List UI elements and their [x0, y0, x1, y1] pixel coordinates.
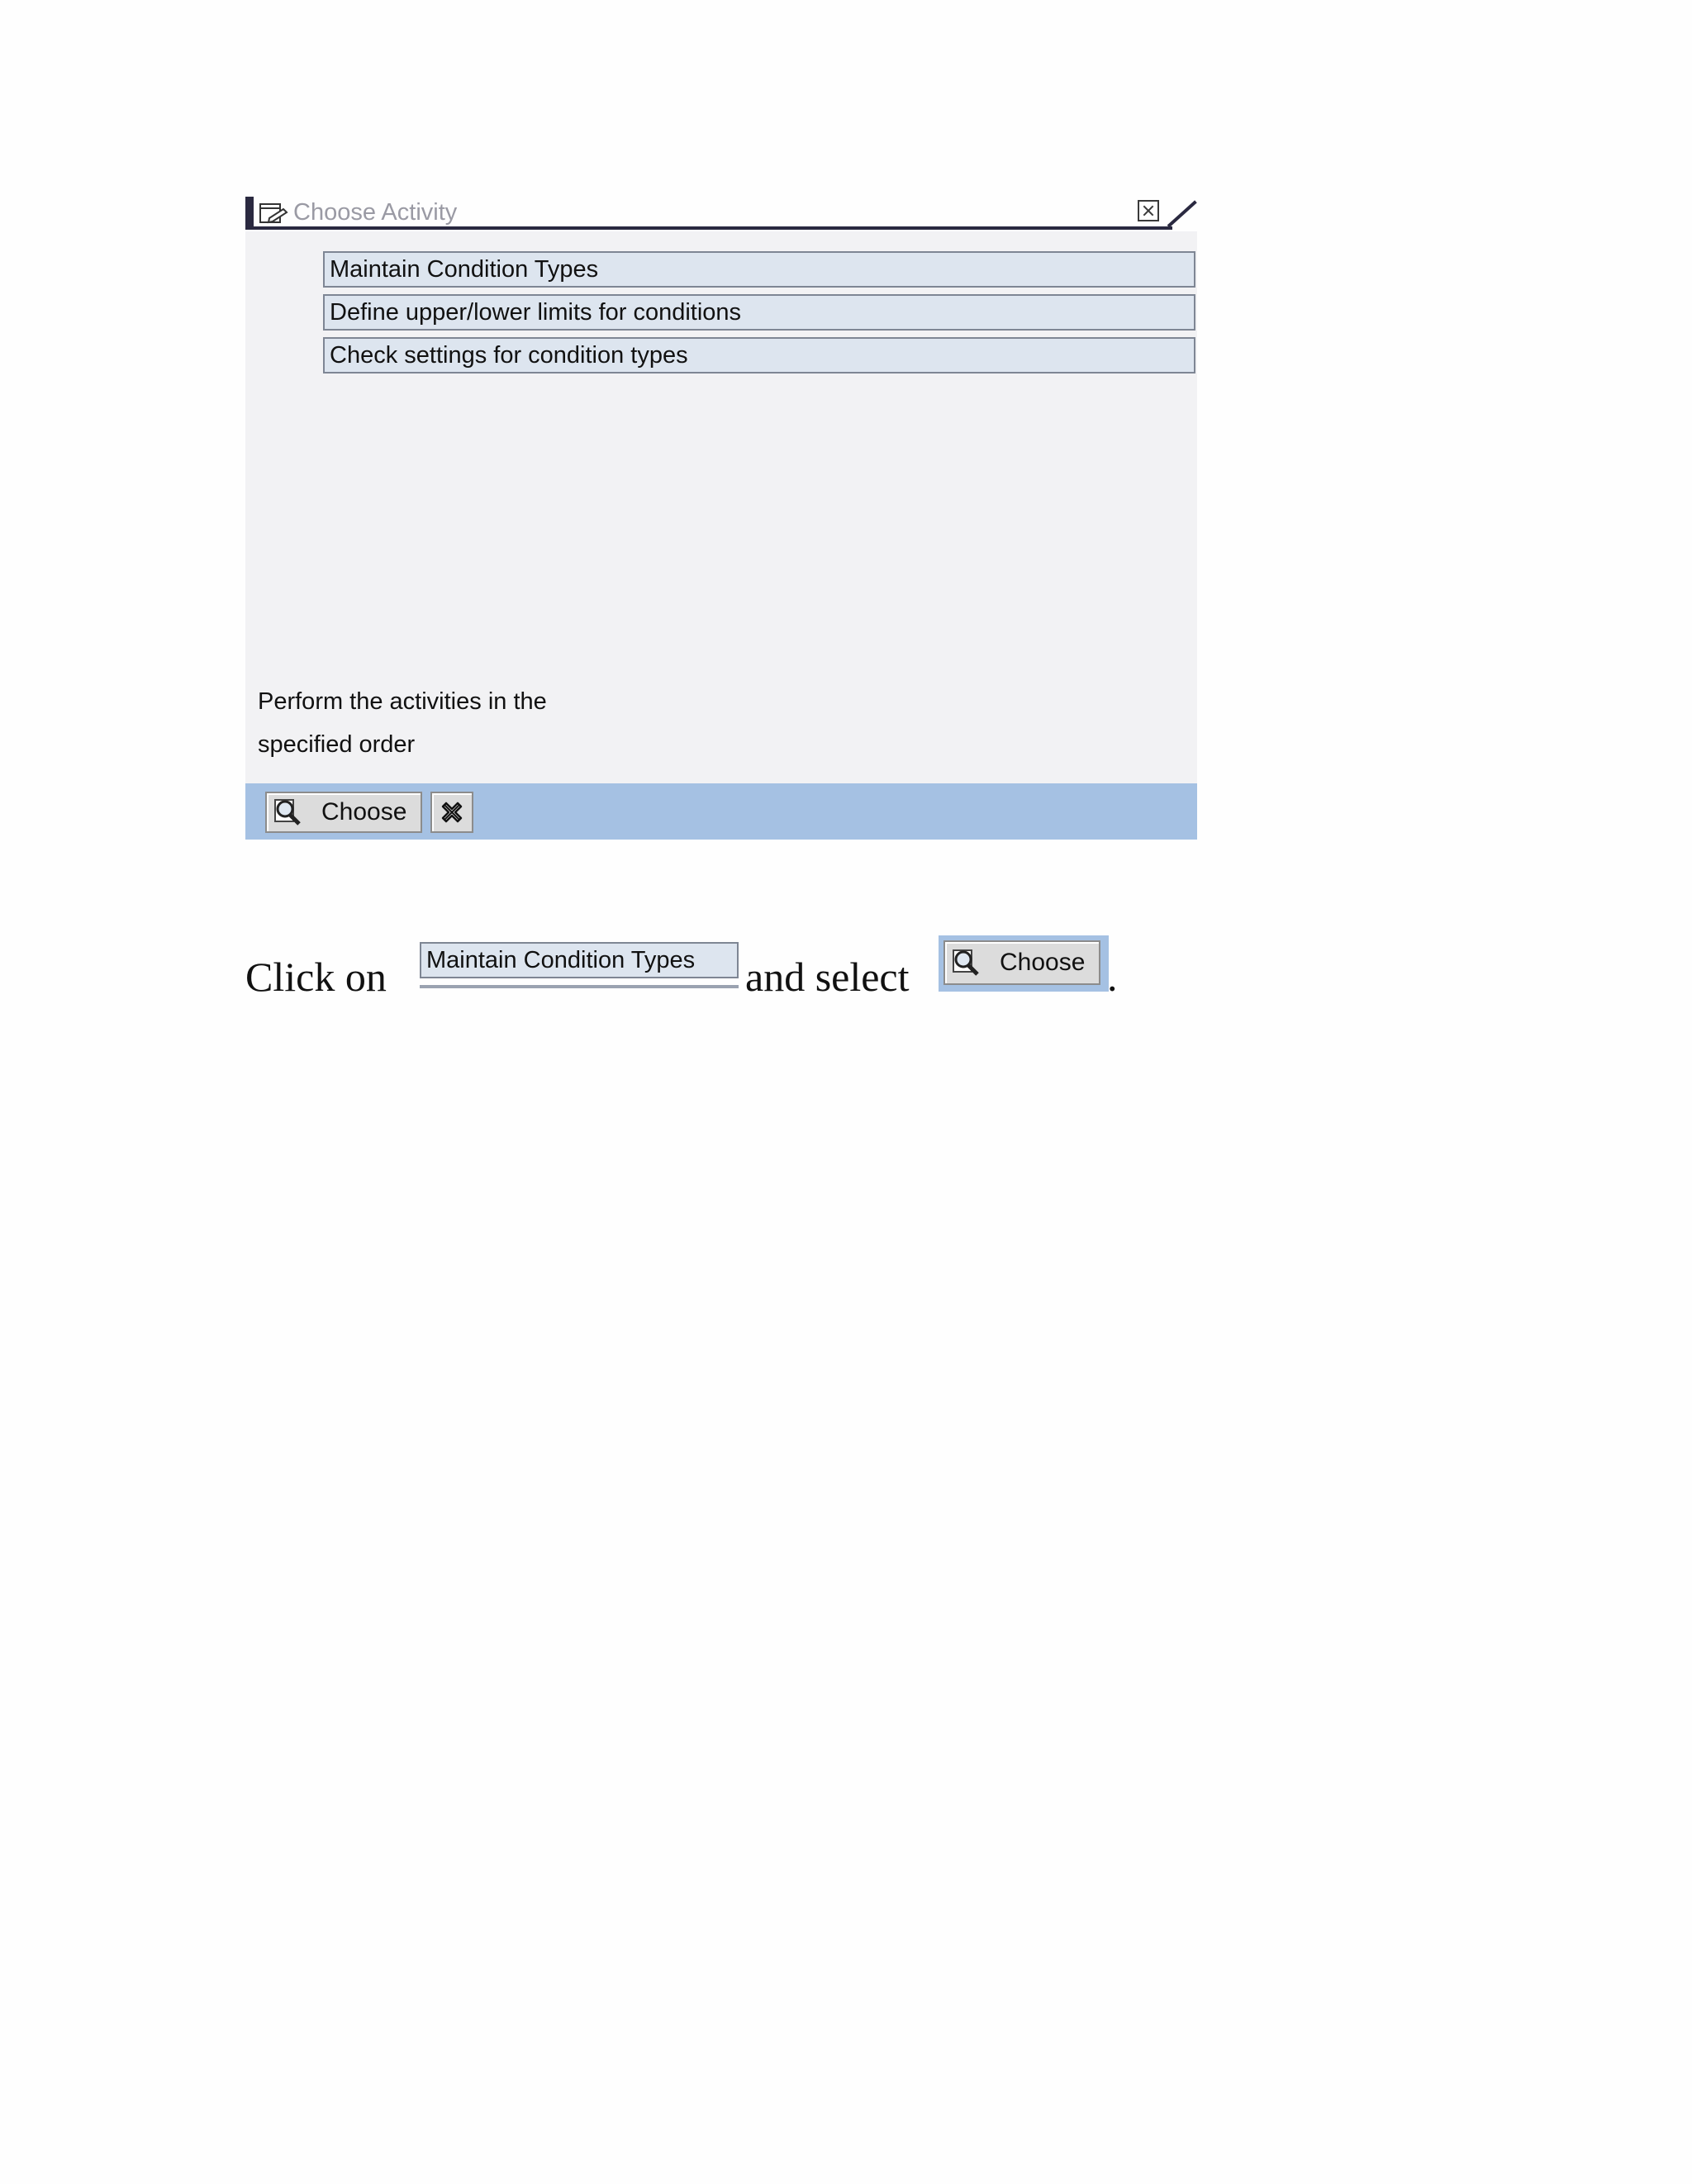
activity-define-limits[interactable]: Define upper/lower limits for conditions — [323, 294, 1195, 331]
inline-choose-frame: Choose — [939, 935, 1109, 992]
choose-button[interactable]: Choose — [265, 792, 422, 833]
dialog-title: Choose Activity — [293, 199, 458, 226]
titlebar-left-bar — [245, 197, 254, 230]
magnifier-icon — [274, 799, 301, 826]
instruction-suffix: . — [1107, 954, 1118, 1000]
activity-check-settings[interactable]: Check settings for condition types — [323, 337, 1195, 374]
activity-maintain-condition-types[interactable]: Maintain Condition Types — [323, 251, 1195, 288]
instruction-prefix: Click on — [245, 954, 387, 1000]
inline-choose-button: Choose — [943, 940, 1100, 985]
cancel-button[interactable] — [430, 792, 473, 833]
close-icon[interactable] — [1138, 200, 1159, 221]
titlebar-corner — [1167, 200, 1197, 228]
hint-line-1: Perform the activities in the — [258, 688, 547, 715]
dialog-titlebar: Choose Activity — [245, 197, 1197, 231]
hint-text: Perform the activities in the specified … — [258, 680, 547, 766]
inline-choose-label: Choose — [1000, 949, 1086, 976]
dialog-footer: Choose — [245, 783, 1197, 840]
choose-button-label: Choose — [321, 798, 407, 826]
hint-line-2: specified order — [258, 731, 416, 758]
cancel-x-icon — [441, 802, 463, 823]
choose-activity-dialog: Choose Activity Maintain Condition Types… — [245, 197, 1197, 840]
instruction-middle: and select — [745, 954, 910, 1000]
activity-pencil-icon — [259, 203, 288, 224]
inline-activity-underline — [420, 985, 739, 988]
inline-magnifier-icon — [953, 949, 979, 976]
inline-activity-sample: Maintain Condition Types — [420, 942, 739, 978]
titlebar-rule — [245, 226, 1172, 230]
